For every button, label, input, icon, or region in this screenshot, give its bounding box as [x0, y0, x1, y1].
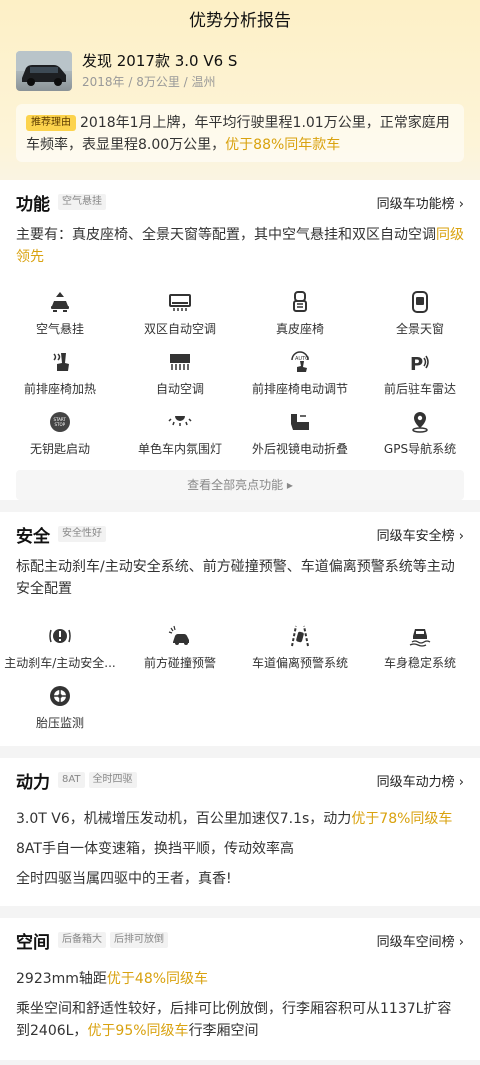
feature-item[interactable]: 外后视镜电动折叠 — [240, 404, 360, 464]
safety-desc: 标配主动刹车/主动安全系统、前方碰撞预警、车道偏离预警系统等主动安全配置 — [16, 559, 455, 597]
safety-label: 前方碰撞预警 — [143, 656, 216, 670]
feature-label: 单色车内氛围灯 — [137, 442, 222, 456]
features-desc-text: 主要有：真皮座椅、全景天窗等配置，其中空气悬挂和双区自动空调 — [16, 227, 436, 243]
feature-item[interactable]: 全景天窗 — [360, 284, 480, 344]
safety-item[interactable]: 车身稳定系统 — [360, 618, 480, 678]
safety-section: 安全 安全性好 同级车安全榜 › 标配主动刹车/主动安全系统、前方碰撞预警、车道… — [0, 512, 480, 746]
space-section: 空间 后备箱大 后排可放倒 同级车空间榜 › 2923mm轴距优于48%同级车 … — [0, 918, 480, 1060]
svg-text:STOP: STOP — [55, 422, 66, 427]
features-desc: 主要有：真皮座椅、全景天窗等配置，其中空气悬挂和双区自动空调同级领先 — [16, 224, 464, 268]
space-line-2: 乘坐空间和舒适性较好，后排可比例放倒，行李厢容积可从1137L扩容到2406L，… — [16, 998, 464, 1042]
safety-label: 胎压监测 — [35, 716, 84, 730]
safety-tag: 安全性好 — [58, 526, 106, 542]
seat-adjust-icon: AUTO — [291, 351, 309, 372]
ambient-light-icon — [168, 416, 192, 426]
car-summary[interactable]: 发现 2017款 3.0 V6 S 2018年 / 8万公里 / 温州 — [0, 42, 480, 91]
mirror-fold-icon — [291, 414, 309, 430]
safety-item[interactable]: 主动刹车/主动安全... — [0, 618, 120, 678]
feature-label: 双区自动空调 — [143, 322, 216, 336]
sunroof-icon — [412, 291, 428, 313]
power-tag-2: 全时四驱 — [88, 772, 137, 788]
power-title: 动力 — [16, 772, 50, 793]
space-line-1-highlight: 优于48%同级车 — [106, 971, 209, 987]
safety-grid: 主动刹车/主动安全... 前方碰撞预警 车道偏离预警系统 车身稳定系统 胎压监测 — [0, 618, 480, 746]
lane-departure-icon — [291, 625, 309, 647]
space-tag-2: 后排可放倒 — [110, 932, 168, 948]
page-title: 优势分析报告 — [189, 11, 291, 31]
safety-title: 安全 — [16, 526, 50, 547]
feature-label: GPS导航系统 — [383, 442, 457, 456]
feature-label: 空气悬挂 — [35, 322, 84, 336]
feature-label: 前排座椅电动调节 — [251, 382, 348, 396]
power-line-3: 全时四驱当属四驱中的王者，真香! — [16, 871, 232, 887]
safety-label: 车道偏离预警系统 — [251, 656, 348, 670]
keyless-start-icon: STARTSTOP — [50, 412, 70, 432]
brake-warning-icon — [49, 629, 71, 643]
safety-label: 车身稳定系统 — [383, 656, 456, 670]
car-thumbnail — [16, 51, 72, 91]
power-rank-link[interactable]: 同级车动力榜 › — [377, 771, 464, 790]
feature-item[interactable]: 前排座椅加热 — [0, 344, 120, 404]
feature-item[interactable]: P 前后驻车雷达 — [360, 344, 480, 404]
space-line-1-text: 2923mm轴距 — [16, 971, 107, 987]
safety-item[interactable]: 胎压监测 — [0, 678, 120, 738]
power-section: 动力 8AT 全时四驱 同级车动力榜 › 3.0T V6，机械增压发动机，百公里… — [0, 758, 480, 906]
car-meta: 2018年 / 8万公里 / 温州 — [82, 75, 216, 89]
stability-icon — [409, 629, 431, 647]
feature-item[interactable]: START STOP 无钥匙启动 — [0, 404, 120, 464]
car-name: 发现 2017款 3.0 V6 S — [82, 52, 238, 70]
feature-item[interactable]: 真皮座椅 — [240, 284, 360, 344]
see-all-features-button[interactable]: 查看全部亮点功能 ▸ — [16, 470, 464, 500]
feature-item[interactable]: 单色车内氛围灯 — [120, 404, 240, 464]
parking-radar-icon: P — [410, 354, 429, 374]
power-line-1-text: 3.0T V6，机械增压发动机，百公里加速仅7.1s，动力 — [16, 811, 352, 827]
space-line-2-tail: 行李厢空间 — [188, 1023, 259, 1039]
power-line-1-highlight: 优于78%同级车 — [351, 811, 453, 827]
space-line-2-highlight: 优于95%同级车 — [87, 1023, 189, 1039]
feature-label: 全景天窗 — [395, 322, 444, 336]
features-tag: 空气悬挂 — [58, 194, 106, 210]
recommend-highlight: 优于88%同年款车 — [225, 137, 341, 153]
ac-icon — [169, 294, 191, 311]
space-title: 空间 — [16, 932, 50, 953]
feature-item[interactable]: AUTO 前排座椅电动调节 — [240, 344, 360, 404]
features-grid: 空气悬挂 双区自动空调 真皮座椅 全景天窗 前排座椅加热 自动空调 AUTO 前… — [0, 284, 480, 464]
suspension-icon — [51, 292, 69, 312]
power-tag-1: 8AT — [58, 772, 85, 788]
safety-rank-link[interactable]: 同级车安全榜 › — [377, 525, 464, 544]
feature-label: 前后驻车雷达 — [383, 382, 456, 396]
feature-item[interactable]: GPS导航系统 — [360, 404, 480, 464]
space-rank-link[interactable]: 同级车空间榜 › — [377, 931, 464, 950]
tire-pressure-icon — [50, 686, 70, 706]
feature-item[interactable]: 自动空调 — [120, 344, 240, 404]
svg-text:P: P — [410, 354, 423, 374]
features-title: 功能 — [16, 194, 50, 215]
recommend-reason: 推荐理由 2018年1月上牌，年平均行驶里程1.01万公里，正常家庭用车频率，表显… — [16, 104, 464, 162]
feature-item[interactable]: 空气悬挂 — [0, 284, 120, 344]
recommend-tag: 推荐理由 — [26, 115, 76, 131]
feature-label: 无钥匙启动 — [29, 442, 90, 456]
auto-ac-icon — [170, 354, 190, 370]
collision-warning-icon — [168, 625, 189, 645]
feature-label: 真皮座椅 — [275, 322, 324, 336]
feature-item[interactable]: 双区自动空调 — [120, 284, 240, 344]
feature-label: 外后视镜电动折叠 — [251, 442, 348, 456]
power-line-1: 3.0T V6，机械增压发动机，百公里加速仅7.1s，动力优于78%同级车 — [16, 808, 464, 830]
safety-item[interactable]: 前方碰撞预警 — [120, 618, 240, 678]
space-tag-1: 后备箱大 — [58, 932, 106, 948]
gps-icon — [412, 412, 428, 433]
space-line-1: 2923mm轴距优于48%同级车 — [16, 968, 464, 990]
seat-icon — [293, 291, 307, 312]
car-image-icon — [16, 51, 72, 86]
power-line-2: 8AT手自一体变速箱，换挡平顺，传动效率高 — [16, 841, 294, 857]
safety-item[interactable]: 车道偏离预警系统 — [240, 618, 360, 678]
seat-heat-icon — [53, 353, 69, 371]
features-rank-link[interactable]: 同级车功能榜 › — [377, 193, 464, 212]
feature-label: 自动空调 — [155, 382, 204, 396]
feature-label: 前排座椅加热 — [23, 382, 96, 396]
safety-label: 主动刹车/主动安全... — [4, 656, 116, 670]
features-section: 功能 空气悬挂 同级车功能榜 › 主要有：真皮座椅、全景天窗等配置，其中空气悬挂… — [0, 180, 480, 500]
